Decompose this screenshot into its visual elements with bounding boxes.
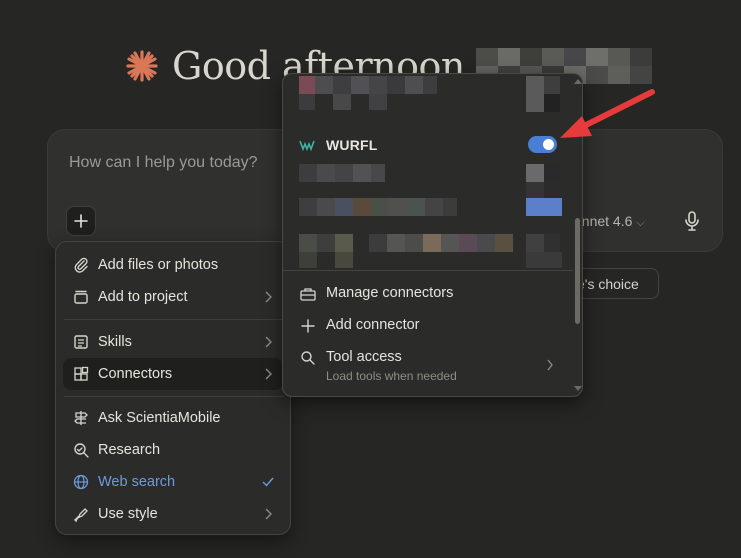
wurfl-logo-icon [299,140,315,152]
menu-item-web-search[interactable]: Web search [63,466,283,498]
research-icon [74,443,89,458]
item-label: Add connector [326,317,420,333]
menu-item-label: Add files or photos [98,257,219,273]
claude-star-icon [126,50,158,82]
skills-icon [74,335,88,349]
add-menu: Add files or photos Add to project Skill… [55,241,291,535]
menu-item-add-to-project[interactable]: Add to project [63,281,283,313]
toolbox-icon [300,288,316,301]
menu-item-add-files[interactable]: Add files or photos [63,249,283,281]
microphone-icon[interactable] [682,210,702,232]
item-label: Manage connectors [326,285,454,301]
connector-label: WURFL [326,137,378,153]
item-sublabel: Load tools when needed [326,369,457,383]
add-connector-item[interactable]: Add connector [299,315,564,337]
chevron-right-icon [265,508,272,520]
menu-item-skills[interactable]: Skills [63,326,283,358]
toggle-knob [543,139,554,150]
menu-item-label: Skills [98,334,132,350]
checkmark-icon [262,477,274,487]
style-pill-label: e's choice [577,276,639,292]
menu-divider [64,319,284,320]
add-content-button[interactable] [66,206,96,236]
pen-nib-icon [73,508,88,523]
scroll-up-icon[interactable] [574,78,582,84]
menu-item-connectors[interactable]: Connectors [63,358,283,390]
paperclip-icon [74,257,88,273]
chevron-right-icon [265,291,272,303]
connectors-icon [74,366,89,381]
globe-icon [73,474,89,490]
wurfl-toggle[interactable] [528,136,557,153]
model-selector[interactable]: onnet 4.6 ⌵ [574,213,645,230]
menu-item-research[interactable]: Research [63,434,283,466]
search-icon [301,351,315,365]
manage-connectors-item[interactable]: Manage connectors [299,283,564,305]
chevron-right-icon [265,336,272,348]
popover-divider [283,270,573,271]
project-box-icon [74,290,88,304]
item-label: Tool access [326,349,402,365]
annotation-arrow [560,89,655,138]
connectors-popover: WURFL Manage connectors Add connector To… [282,73,583,397]
signpost-icon [74,411,88,425]
menu-item-label: Add to project [98,289,188,305]
plus-icon [74,214,88,228]
popover-scrollbar[interactable] [575,218,580,324]
tool-access-item[interactable]: Tool access Load tools when needed [299,347,564,383]
menu-item-label: Connectors [98,366,173,382]
menu-divider [64,396,284,397]
menu-item-label: Use style [98,506,158,522]
menu-item-use-style[interactable]: Use style [63,498,283,530]
menu-item-label: Research [98,442,161,458]
connector-wurfl[interactable]: WURFL [299,134,564,156]
menu-item-ask-scientiamobile[interactable]: Ask ScientiaMobile [63,402,283,434]
message-input[interactable]: How can I help you today? [69,154,258,172]
chevron-right-icon [265,368,272,380]
chevron-right-icon [547,359,553,371]
menu-item-label: Web search [98,474,176,490]
chevron-down-icon: ⌵ [636,217,645,229]
plus-icon [301,319,315,333]
menu-item-label: Ask ScientiaMobile [98,410,221,426]
scroll-down-icon[interactable] [574,386,582,392]
